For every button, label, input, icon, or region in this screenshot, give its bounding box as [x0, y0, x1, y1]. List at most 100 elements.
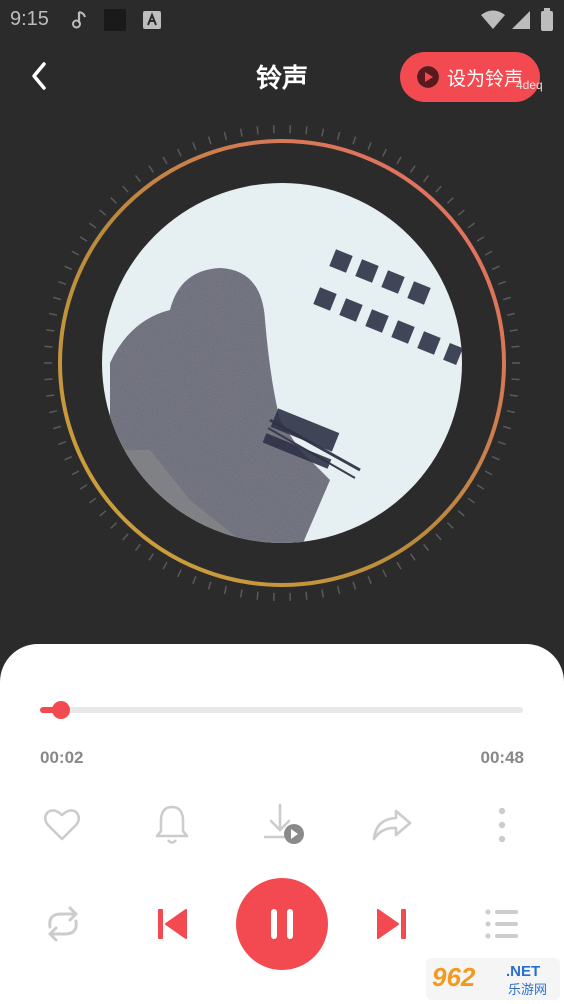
ring-tick — [382, 148, 388, 157]
ring-tick — [53, 296, 62, 301]
watermark-suffix: .NET — [506, 963, 540, 980]
ring-tick — [509, 394, 518, 397]
ring-tick — [162, 156, 168, 165]
ring-tick — [484, 250, 493, 256]
progress-slider[interactable] — [40, 701, 523, 719]
set-ringtone-button[interactable]: 设为铃声 — [400, 52, 540, 102]
total-duration: 00:48 — [480, 748, 524, 767]
album-disc — [0, 120, 564, 610]
ring-tick — [446, 197, 454, 204]
ring-tick — [446, 522, 454, 529]
ring-tick — [79, 484, 88, 490]
ring-tick — [321, 589, 325, 598]
ring-tick — [352, 581, 357, 590]
ring-tick — [99, 209, 107, 216]
ring-tick — [239, 589, 243, 598]
ring-tick — [435, 185, 442, 193]
playlist-icon — [485, 909, 518, 939]
ring-tick — [134, 543, 141, 552]
ring-tick — [64, 455, 73, 461]
progress-track — [40, 707, 523, 713]
notification-a-icon — [143, 11, 161, 29]
ring-tick — [484, 470, 493, 476]
album-disc-graphic — [44, 125, 520, 601]
progress-thumb[interactable] — [51, 701, 70, 719]
ring-tick — [396, 156, 402, 165]
action-row — [0, 800, 564, 850]
ring-tick — [491, 265, 500, 271]
ring-tick — [367, 575, 372, 584]
ring-tick — [382, 569, 388, 578]
ring-tick — [423, 174, 430, 183]
ring-tick — [122, 533, 129, 541]
pause-button[interactable] — [236, 878, 328, 970]
previous-icon — [158, 909, 187, 939]
download-icon — [264, 803, 304, 844]
ring-tick — [58, 440, 67, 446]
ring-tick — [509, 329, 518, 332]
status-time: 9:15 — [10, 8, 49, 30]
ring-tick — [110, 522, 118, 529]
more-button[interactable] — [477, 800, 527, 850]
repeat-button[interactable] — [40, 904, 86, 944]
ring-tick — [192, 142, 197, 151]
heart-icon — [43, 809, 81, 841]
ring-tick — [457, 209, 465, 216]
download-button[interactable] — [258, 800, 308, 850]
ring-tick — [53, 425, 62, 430]
ring-tick — [506, 312, 515, 316]
ring-tick — [305, 591, 308, 600]
ring-tick — [44, 345, 53, 348]
ring-tick — [192, 575, 197, 584]
pause-icon — [271, 909, 293, 939]
current-time: 00:02 — [40, 748, 84, 767]
ring-tick — [502, 425, 511, 430]
ring-tick — [110, 197, 118, 204]
ring-tick — [64, 265, 73, 271]
playlist-button[interactable] — [480, 904, 524, 944]
ring-tick — [305, 126, 308, 135]
wifi-icon — [481, 10, 505, 29]
header: 铃声 设为铃声 4deq — [0, 40, 564, 110]
ring-tick — [49, 312, 58, 316]
ring-tick — [99, 510, 107, 517]
ring-tick — [497, 280, 506, 286]
ring-tick — [467, 497, 475, 504]
ring-tick — [506, 410, 515, 414]
watermark-number: 962 — [432, 962, 476, 992]
ring-tick — [71, 470, 80, 476]
ring-tick — [423, 543, 430, 552]
music-note-icon — [72, 11, 86, 29]
ring-tick — [207, 581, 212, 590]
ringtone-bell-button[interactable] — [147, 800, 197, 850]
ring-tick — [367, 142, 372, 151]
ring-tick — [497, 440, 506, 446]
more-vertical-icon — [498, 807, 506, 843]
ring-tick — [491, 455, 500, 461]
ring-tick — [409, 553, 416, 561]
ring-tick — [476, 484, 485, 490]
ring-tick — [476, 236, 485, 242]
ring-tick — [44, 378, 53, 381]
signal-icon — [512, 11, 530, 29]
notification-square-icon — [104, 9, 126, 31]
favorite-button[interactable] — [37, 800, 87, 850]
ring-tick — [256, 591, 259, 600]
previous-button[interactable] — [150, 904, 194, 944]
share-button[interactable] — [367, 800, 417, 850]
ring-tick — [502, 296, 511, 301]
ring-tick — [148, 165, 155, 173]
ring-tick — [256, 126, 259, 135]
ring-tick — [321, 128, 325, 137]
ring-tick — [352, 136, 357, 145]
next-icon — [377, 909, 406, 939]
battery-icon — [541, 8, 553, 31]
corner-tag: 4deq — [516, 78, 543, 92]
ring-tick — [409, 165, 416, 173]
ring-tick — [71, 250, 80, 256]
ring-tick — [162, 561, 168, 570]
ring-tick — [336, 131, 341, 141]
ring-tick — [511, 345, 520, 348]
play-circle-icon — [416, 66, 439, 88]
next-button[interactable] — [370, 904, 414, 944]
